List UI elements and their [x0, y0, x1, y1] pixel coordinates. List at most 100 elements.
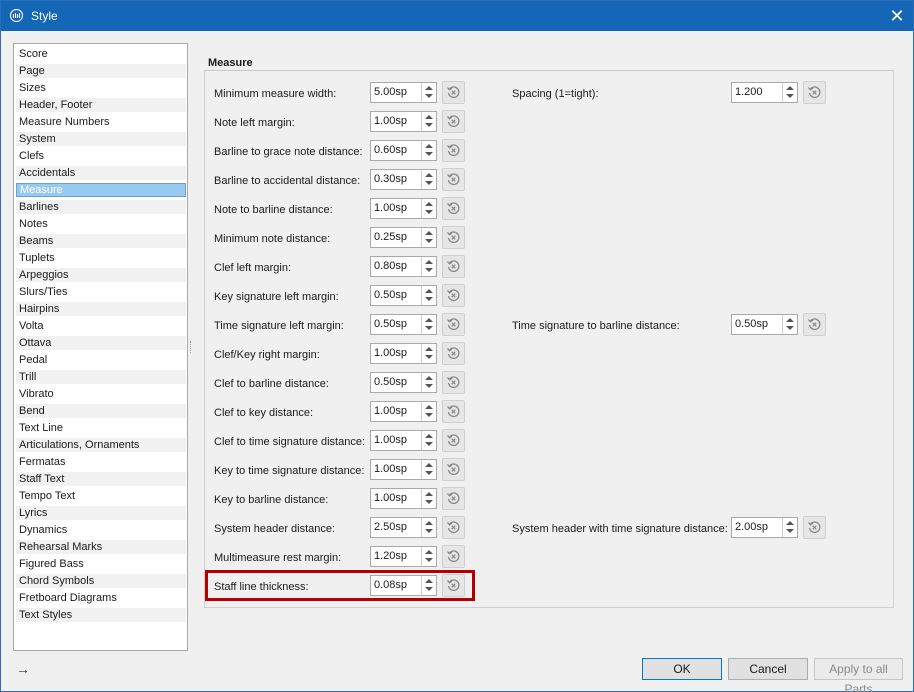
- spinbox-buttons[interactable]: [421, 228, 436, 247]
- value-spinbox[interactable]: 1.00sp: [370, 488, 437, 509]
- sidebar-item[interactable]: Vibrato: [16, 387, 186, 401]
- value-spinbox[interactable]: 1.200: [731, 82, 798, 103]
- arrow-up-icon[interactable]: [425, 376, 433, 380]
- sidebar-item[interactable]: Fermatas: [16, 455, 186, 469]
- reset-to-default-button[interactable]: [442, 313, 465, 336]
- sidebar-item[interactable]: Beams: [16, 234, 186, 248]
- arrow-right-icon[interactable]: →: [16, 661, 30, 677]
- sidebar-item[interactable]: Hairpins: [16, 302, 186, 316]
- spinbox-buttons[interactable]: [421, 315, 436, 334]
- spinbox-buttons[interactable]: [421, 170, 436, 189]
- reset-to-default-button[interactable]: [442, 545, 465, 568]
- arrow-down-icon[interactable]: [786, 529, 794, 533]
- arrow-up-icon[interactable]: [786, 318, 794, 322]
- sidebar-item[interactable]: Tempo Text: [16, 489, 186, 503]
- spinbox-buttons[interactable]: [782, 518, 797, 537]
- value-spinbox[interactable]: 0.50sp: [370, 314, 437, 335]
- arrow-down-icon[interactable]: [425, 123, 433, 127]
- arrow-up-icon[interactable]: [786, 86, 794, 90]
- spinbox-buttons[interactable]: [421, 431, 436, 450]
- value-spinbox[interactable]: 0.50sp: [731, 314, 798, 335]
- value-spinbox[interactable]: 0.25sp: [370, 227, 437, 248]
- arrow-up-icon[interactable]: [425, 202, 433, 206]
- sidebar-item[interactable]: Figured Bass: [16, 557, 186, 571]
- sidebar-item[interactable]: Sizes: [16, 81, 186, 95]
- sidebar-item[interactable]: Trill: [16, 370, 186, 384]
- arrow-down-icon[interactable]: [786, 326, 794, 330]
- arrow-up-icon[interactable]: [425, 405, 433, 409]
- style-category-list[interactable]: Score Page Sizes Header, Footer Measure Numb…: [13, 43, 188, 651]
- reset-to-default-button[interactable]: [442, 371, 465, 394]
- spinbox-buttons[interactable]: [421, 373, 436, 392]
- value-spinbox[interactable]: 0.50sp: [370, 285, 437, 306]
- sidebar-item[interactable]: Rehearsal Marks: [16, 540, 186, 554]
- arrow-down-icon[interactable]: [425, 94, 433, 98]
- arrow-down-icon[interactable]: [425, 181, 433, 185]
- value-spinbox[interactable]: 5.00sp: [370, 82, 437, 103]
- value-spinbox[interactable]: 1.00sp: [370, 198, 437, 219]
- sidebar-item[interactable]: Page: [16, 64, 186, 78]
- arrow-up-icon[interactable]: [425, 492, 433, 496]
- spinbox-buttons[interactable]: [421, 402, 436, 421]
- arrow-down-icon[interactable]: [425, 384, 433, 388]
- sidebar-item[interactable]: Staff Text: [16, 472, 186, 486]
- sidebar-item[interactable]: Clefs: [16, 149, 186, 163]
- arrow-up-icon[interactable]: [425, 115, 433, 119]
- arrow-up-icon[interactable]: [425, 260, 433, 264]
- sidebar-item[interactable]: System: [16, 132, 186, 146]
- spinbox-buttons[interactable]: [421, 286, 436, 305]
- arrow-down-icon[interactable]: [425, 529, 433, 533]
- spinbox-buttons[interactable]: [421, 257, 436, 276]
- value-spinbox[interactable]: 2.00sp: [731, 517, 798, 538]
- sidebar-item[interactable]: Text Line: [16, 421, 186, 435]
- sidebar-item[interactable]: Measure Numbers: [16, 115, 186, 129]
- sidebar-item[interactable]: Pedal: [16, 353, 186, 367]
- spinbox-buttons[interactable]: [421, 344, 436, 363]
- spinbox-buttons[interactable]: [421, 460, 436, 479]
- ok-button[interactable]: OK: [642, 658, 722, 680]
- sidebar-item[interactable]: Bend: [16, 404, 186, 418]
- arrow-up-icon[interactable]: [425, 463, 433, 467]
- arrow-down-icon[interactable]: [425, 268, 433, 272]
- arrow-up-icon[interactable]: [425, 231, 433, 235]
- arrow-up-icon[interactable]: [425, 86, 433, 90]
- reset-to-default-button[interactable]: [442, 342, 465, 365]
- value-spinbox[interactable]: 1.20sp: [370, 546, 437, 567]
- reset-to-default-button[interactable]: [803, 313, 826, 336]
- reset-to-default-button[interactable]: [803, 81, 826, 104]
- value-spinbox[interactable]: 0.50sp: [370, 372, 437, 393]
- value-spinbox[interactable]: 0.60sp: [370, 140, 437, 161]
- spinbox-buttons[interactable]: [421, 199, 436, 218]
- sidebar-item[interactable]: Volta: [16, 319, 186, 333]
- sidebar-item[interactable]: Arpeggios: [16, 268, 186, 282]
- reset-to-default-button[interactable]: [442, 400, 465, 423]
- reset-to-default-button[interactable]: [442, 226, 465, 249]
- sidebar-item[interactable]: Header, Footer: [16, 98, 186, 112]
- value-spinbox[interactable]: 0.80sp: [370, 256, 437, 277]
- arrow-down-icon[interactable]: [425, 442, 433, 446]
- apply-to-all-parts-button[interactable]: Apply to all Parts: [814, 658, 903, 692]
- arrow-up-icon[interactable]: [425, 434, 433, 438]
- sidebar-item[interactable]: Chord Symbols: [16, 574, 186, 588]
- arrow-down-icon[interactable]: [425, 326, 433, 330]
- reset-to-default-button[interactable]: [442, 487, 465, 510]
- sidebar-item[interactable]: Ottava: [16, 336, 186, 350]
- arrow-up-icon[interactable]: [425, 347, 433, 351]
- reset-to-default-button[interactable]: [442, 168, 465, 191]
- reset-to-default-button[interactable]: [442, 110, 465, 133]
- value-spinbox[interactable]: 1.00sp: [370, 459, 437, 480]
- spinbox-buttons[interactable]: [782, 315, 797, 334]
- value-spinbox[interactable]: 1.00sp: [370, 111, 437, 132]
- arrow-down-icon[interactable]: [425, 152, 433, 156]
- arrow-up-icon[interactable]: [425, 144, 433, 148]
- reset-to-default-button[interactable]: [442, 255, 465, 278]
- spinbox-buttons[interactable]: [421, 518, 436, 537]
- arrow-up-icon[interactable]: [425, 173, 433, 177]
- arrow-down-icon[interactable]: [786, 94, 794, 98]
- value-spinbox[interactable]: 1.00sp: [370, 430, 437, 451]
- close-icon[interactable]: ✕: [885, 5, 909, 27]
- sidebar-item[interactable]: Lyrics: [16, 506, 186, 520]
- splitter-handle[interactable]: [190, 341, 192, 353]
- value-spinbox[interactable]: 1.00sp: [370, 401, 437, 422]
- arrow-down-icon[interactable]: [425, 239, 433, 243]
